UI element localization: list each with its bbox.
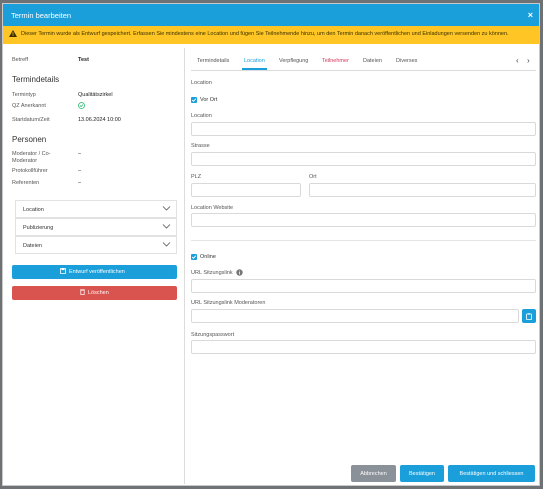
tab-location[interactable]: Location <box>242 58 267 70</box>
plz-input[interactable] <box>191 183 301 197</box>
location-section-label: Location <box>191 80 212 86</box>
tab-verpflegung[interactable]: Verpflegung <box>279 58 308 64</box>
website-label: Location Website <box>191 205 234 211</box>
warning-triangle-icon <box>9 30 17 39</box>
delete-label: Löschen <box>88 290 109 296</box>
accordion-publizierung[interactable]: Publizierung <box>15 218 177 236</box>
url-moderator-label: URL Sitzungslink Moderatoren <box>191 300 266 306</box>
plz-label: PLZ <box>191 174 202 180</box>
moderator-value: – <box>78 151 82 157</box>
vor-ort-checkbox[interactable] <box>191 97 197 103</box>
chevron-down-icon <box>162 204 171 212</box>
accordion-label: Location <box>23 206 44 213</box>
strasse-input[interactable] <box>191 152 536 166</box>
chevron-down-icon <box>162 222 171 230</box>
info-icon[interactable] <box>236 269 243 278</box>
vor-ort-label: Vor Ort <box>200 97 218 103</box>
location-input[interactable] <box>191 122 536 136</box>
protokoll-value: – <box>78 168 82 174</box>
betreff-label: Betreff <box>12 57 29 63</box>
url-moderator-input[interactable] <box>191 309 519 323</box>
copy-button[interactable] <box>522 309 536 323</box>
confirm-button[interactable]: Bestätigen <box>400 465 444 482</box>
cancel-button[interactable]: Abbrechen <box>351 465 396 482</box>
draft-warning-banner: Dieser Termin wurde als Entwurf gespeich… <box>3 26 539 44</box>
tab-next-icon[interactable]: › <box>527 56 530 65</box>
clipboard-icon <box>526 312 532 322</box>
tab-diverses[interactable]: Diverses <box>396 58 417 64</box>
online-checkbox[interactable] <box>191 254 197 260</box>
personen-heading: Personen <box>12 135 47 144</box>
accordion-label: Publizierung <box>23 224 54 231</box>
check-circle-icon <box>78 102 85 111</box>
edit-appointment-dialog: Termin bearbeiten × Dieser Termin wurde … <box>2 3 540 486</box>
publish-draft-label: Entwurf veröffentlichen <box>69 269 125 275</box>
close-icon[interactable]: × <box>528 10 533 20</box>
referenten-value: – <box>78 180 82 186</box>
ort-label: Ort <box>309 174 317 180</box>
termindetails-heading: Termindetails <box>12 75 60 84</box>
online-label: Online <box>200 254 216 260</box>
confirm-label: Bestätigen <box>409 470 435 477</box>
confirm-close-label: Bestätigen und schliessen <box>459 470 524 477</box>
accordion-location[interactable]: Location <box>15 200 177 218</box>
termintyp-label: Termintyp <box>12 92 36 98</box>
strasse-label: Strasse <box>191 143 210 149</box>
start-value: 13.06.2024 10:00 <box>78 117 121 123</box>
cancel-label: Abbrechen <box>360 470 387 477</box>
accordion-label: Dateien <box>23 242 42 249</box>
tab-dateien[interactable]: Dateien <box>363 58 382 64</box>
warning-text: Dieser Termin wurde als Entwurf gespeich… <box>21 31 509 37</box>
password-label: Sitzungspasswort <box>191 332 235 338</box>
accordion-dateien[interactable]: Dateien <box>15 236 177 254</box>
url-input[interactable] <box>191 279 536 293</box>
dialog-titlebar: Termin bearbeiten × <box>3 4 539 26</box>
password-input[interactable] <box>191 340 536 354</box>
qz-label: QZ Anerkannt <box>12 103 46 109</box>
panel-divider <box>184 48 185 484</box>
ort-input[interactable] <box>309 183 536 197</box>
save-icon <box>60 268 66 276</box>
location-field-label: Location <box>191 113 212 119</box>
betreff-value: Test <box>78 57 89 63</box>
moderator-label-line2: Moderator <box>12 158 38 164</box>
delete-button[interactable]: Löschen <box>12 286 177 300</box>
referenten-label: Referenten <box>12 180 40 186</box>
trash-icon <box>80 289 85 297</box>
chevron-down-icon <box>162 240 171 248</box>
dialog-title: Termin bearbeiten <box>11 11 72 20</box>
website-input[interactable] <box>191 213 536 227</box>
protokoll-label: Protokollführer <box>12 168 48 174</box>
tab-prev-icon[interactable]: ‹ <box>516 56 519 65</box>
tab-bar: Termindetails Location Verpflegung Teiln… <box>191 53 536 71</box>
tab-teilnehmer[interactable]: Teilnehmer <box>322 58 349 64</box>
tab-termindetails[interactable]: Termindetails <box>197 58 229 64</box>
termintyp-value: Qualitätszirkel <box>78 92 113 98</box>
url-label: URL Sitzungslink <box>191 270 233 276</box>
publish-draft-button[interactable]: Entwurf veröffentlichen <box>12 265 177 279</box>
start-label: Startdatum/Zeit <box>12 117 50 123</box>
confirm-close-button[interactable]: Bestätigen und schliessen <box>448 465 535 482</box>
section-divider <box>191 240 536 241</box>
moderator-label: Moderator / Co- <box>12 151 51 157</box>
